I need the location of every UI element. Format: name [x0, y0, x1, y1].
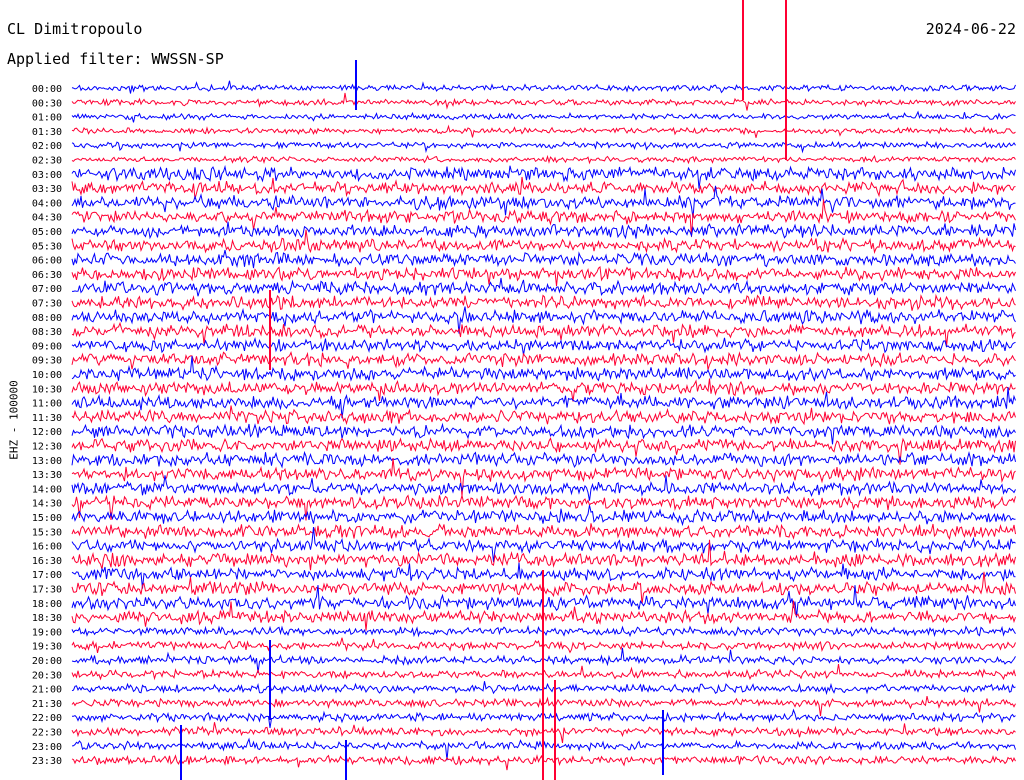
row-time-label: 13:00 [32, 456, 62, 467]
helicorder-plot: 00:00 00:30 01:00 01:30 02:00 02:30 03:00 03:30… [32, 0, 1016, 780]
row-time-label: 05:00 [32, 227, 62, 238]
row-time-label: 04:00 [32, 198, 62, 209]
trace-row [71, 505, 1016, 527]
trace-row [71, 293, 1016, 311]
row-time-label: 20:00 [32, 656, 62, 667]
trace-row [71, 164, 1016, 189]
trace-row [71, 249, 1016, 269]
trace-row [71, 493, 1016, 521]
trace-row [71, 80, 1016, 94]
trace-row [71, 124, 1016, 138]
row-time-label: 12:30 [32, 442, 62, 453]
row-time-label: 10:00 [32, 370, 62, 381]
row-time-label: 03:00 [32, 170, 62, 181]
trace-row [71, 350, 1016, 370]
row-time-label: 14:30 [32, 499, 62, 510]
row-time-label: 19:30 [32, 642, 62, 653]
row-time-label: 17:30 [32, 585, 62, 596]
row-time-label: 21:30 [32, 699, 62, 710]
trace-row [71, 110, 1016, 123]
row-time-label: 07:00 [32, 284, 62, 295]
row-time-label: 15:30 [32, 527, 62, 538]
row-time-label: 21:00 [32, 685, 62, 696]
row-time-label: 22:30 [32, 728, 62, 739]
row-time-label: 11:00 [32, 399, 62, 410]
row-time-label: 23:30 [32, 756, 62, 767]
row-time-label: 22:00 [32, 713, 62, 724]
trace-row [71, 458, 1016, 497]
row-time-label: 06:30 [32, 270, 62, 281]
row-time-label: 12:00 [32, 427, 62, 438]
row-time-label: 17:00 [32, 570, 62, 581]
row-time-label: 05:30 [32, 241, 62, 252]
trace-row [71, 422, 1016, 445]
row-time-label: 09:30 [32, 356, 62, 367]
row-time-label: 02:30 [32, 156, 62, 167]
row-time-label: 20:30 [32, 670, 62, 681]
trace-row [71, 92, 1016, 111]
trace-row [71, 176, 1016, 199]
row-time-label: 01:00 [32, 113, 62, 124]
row-time-label: 02:00 [32, 141, 62, 152]
trace-row [71, 337, 1016, 356]
trace-row [71, 321, 1016, 347]
row-time-label: 00:00 [32, 84, 62, 95]
trace-row [72, 277, 1016, 297]
row-time-label: 18:30 [32, 613, 62, 624]
row-time-label: 18:00 [32, 599, 62, 610]
row-time-label: 15:00 [32, 513, 62, 524]
row-time-label: 16:30 [32, 556, 62, 567]
row-time-label: 10:30 [32, 384, 62, 395]
row-time-label: 08:00 [32, 313, 62, 324]
trace-row [71, 523, 1016, 540]
trace-row [71, 221, 1016, 240]
row-time-label: 19:00 [32, 627, 62, 638]
row-time-label: 07:30 [32, 299, 62, 310]
row-time-label: 04:30 [32, 213, 62, 224]
trace-row [71, 140, 1016, 154]
row-time-label: 01:30 [32, 127, 62, 138]
row-time-label: 03:30 [32, 184, 62, 195]
trace-row [71, 405, 1016, 426]
trace-row [71, 154, 1016, 165]
trace-row [71, 450, 1016, 469]
trace-row [71, 436, 1016, 465]
row-time-label: 00:30 [32, 98, 62, 109]
row-time-label: 13:30 [32, 470, 62, 481]
row-time-label: 11:30 [32, 413, 62, 424]
row-time-label: 06:00 [32, 256, 62, 267]
row-time-label: 16:00 [32, 542, 62, 553]
row-time-label: 14:00 [32, 484, 62, 495]
row-time-label: 08:30 [32, 327, 62, 338]
row-time-label: 09:00 [32, 341, 62, 352]
row-time-label: 23:00 [32, 742, 62, 753]
trace-row [71, 266, 1016, 287]
